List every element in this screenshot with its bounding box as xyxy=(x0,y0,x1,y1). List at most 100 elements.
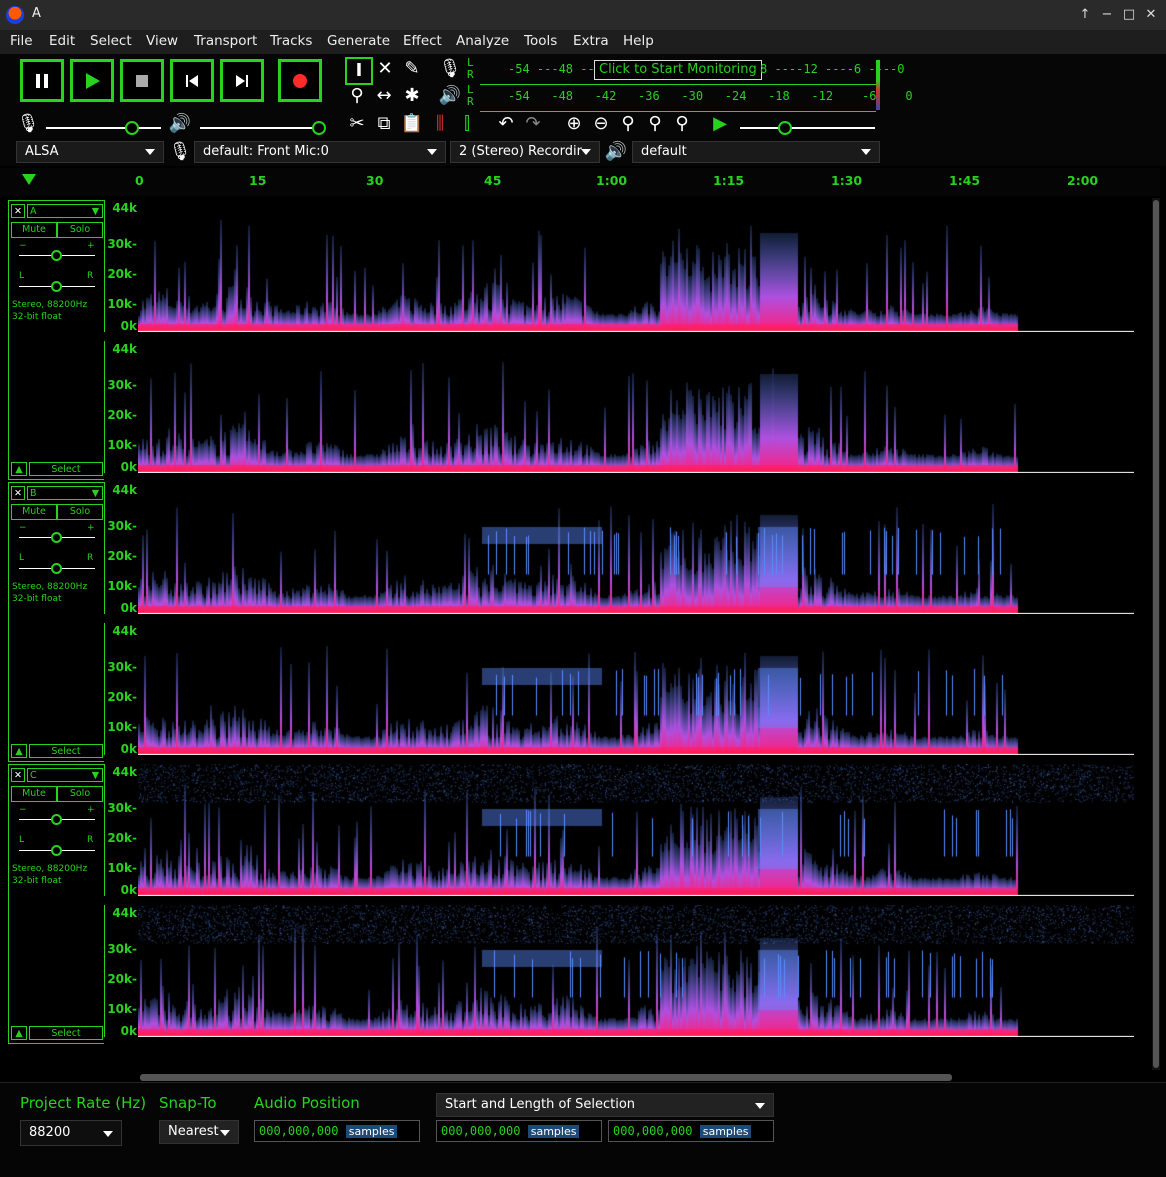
menu-extra[interactable]: Extra xyxy=(573,33,609,49)
select-button[interactable]: Select xyxy=(29,744,103,758)
spectrogram-channel[interactable] xyxy=(138,905,1134,1037)
zoom-in-icon[interactable]: ⊕ xyxy=(562,112,586,136)
gain-knob[interactable] xyxy=(51,814,62,825)
track-name-menu[interactable]: A ▼ xyxy=(27,204,103,218)
pan-knob[interactable] xyxy=(51,281,62,292)
menu-help[interactable]: Help xyxy=(623,33,654,49)
spectrogram-channel[interactable] xyxy=(138,623,1134,755)
gain-knob[interactable] xyxy=(51,532,62,543)
collapse-icon[interactable]: ▲ xyxy=(11,744,27,758)
collapse-icon[interactable]: ▲ xyxy=(11,1026,27,1040)
output-volume-slider[interactable] xyxy=(200,127,320,129)
project-rate-select[interactable]: 88200 xyxy=(20,1120,122,1146)
spectrogram-channel[interactable] xyxy=(138,482,1134,614)
menu-file[interactable]: File xyxy=(10,33,33,49)
redo-icon[interactable]: ↷ xyxy=(521,112,545,136)
multi-tool-icon[interactable]: ✱ xyxy=(400,84,424,108)
input-volume-knob[interactable] xyxy=(125,121,139,135)
spectrogram-channel[interactable] xyxy=(138,341,1134,473)
channels-select[interactable]: 2 (Stereo) Recordir xyxy=(450,141,600,163)
input-volume-slider[interactable] xyxy=(46,127,161,129)
mute-button[interactable]: Mute xyxy=(11,504,57,520)
skip-end-button[interactable] xyxy=(220,59,264,102)
menu-bar: File Edit Select View Transport Tracks G… xyxy=(0,30,1166,54)
fit-selection-icon[interactable]: ⚲ xyxy=(616,112,640,136)
output-volume-knob[interactable] xyxy=(312,121,326,135)
snap-to-select[interactable]: Nearest xyxy=(159,1120,239,1144)
selection-mode-select[interactable]: Start and Length of Selection xyxy=(436,1093,774,1117)
mute-button[interactable]: Mute xyxy=(11,786,57,802)
envelope-tool-icon[interactable]: ✕ xyxy=(373,57,397,81)
trim-icon[interactable]: ⫼ xyxy=(428,112,452,136)
audio-position-field[interactable]: 000,000,000 samples xyxy=(254,1120,420,1142)
play-at-speed-icon[interactable]: ▶ xyxy=(708,112,732,136)
maximize-icon[interactable]: □ xyxy=(1120,6,1138,24)
selection-length-field[interactable]: 000,000,000 samples xyxy=(608,1120,774,1142)
fit-project-icon[interactable]: ⚲ xyxy=(643,112,667,136)
stop-button[interactable] xyxy=(120,59,164,102)
selection-tool-icon[interactable]: I xyxy=(345,57,373,85)
window-up-icon[interactable]: ↑ xyxy=(1076,6,1094,24)
gain-knob[interactable] xyxy=(51,250,62,261)
pan-right: R xyxy=(87,271,94,281)
track-close-icon[interactable]: ✕ xyxy=(11,486,25,500)
input-device-select[interactable]: default: Front Mic:0 xyxy=(194,141,446,163)
solo-button[interactable]: Solo xyxy=(57,786,103,802)
track-close-icon[interactable]: ✕ xyxy=(11,204,25,218)
track-name-menu[interactable]: B ▼ xyxy=(27,486,103,500)
horizontal-scroll-thumb[interactable] xyxy=(140,1074,952,1081)
pan-knob[interactable] xyxy=(51,563,62,574)
gain-minus: − xyxy=(19,241,27,251)
menu-generate[interactable]: Generate xyxy=(327,33,390,49)
track-format-depth: 32-bit float xyxy=(12,876,62,886)
zoom-tool-icon[interactable]: ⚲ xyxy=(345,84,369,108)
audio-host-select[interactable]: ALSA xyxy=(16,141,164,163)
solo-button[interactable]: Solo xyxy=(57,504,103,520)
select-button[interactable]: Select xyxy=(29,1026,103,1040)
skip-start-button[interactable] xyxy=(170,59,214,102)
start-monitoring-button[interactable]: Click to Start Monitoring xyxy=(594,60,762,80)
menu-view[interactable]: View xyxy=(146,33,178,49)
menu-select[interactable]: Select xyxy=(90,33,132,49)
solo-button[interactable]: Solo xyxy=(57,222,103,238)
pan-knob[interactable] xyxy=(51,845,62,856)
menu-analyze[interactable]: Analyze xyxy=(456,33,509,49)
menu-effect[interactable]: Effect xyxy=(403,33,442,49)
vertical-scroll-thumb[interactable] xyxy=(1153,200,1159,1068)
mute-button[interactable]: Mute xyxy=(11,222,57,238)
play-speed-knob[interactable] xyxy=(778,121,792,135)
timeshift-tool-icon[interactable]: ↔ xyxy=(372,84,396,108)
spectrogram-channel[interactable] xyxy=(138,764,1134,896)
minimize-icon[interactable]: − xyxy=(1098,6,1116,24)
zoom-out-icon[interactable]: ⊖ xyxy=(589,112,613,136)
menu-tracks[interactable]: Tracks xyxy=(270,33,312,49)
close-icon[interactable]: ✕ xyxy=(1142,6,1160,24)
spectrogram-channel[interactable] xyxy=(138,200,1134,332)
selection-start-field[interactable]: 000,000,000 samples xyxy=(436,1120,602,1142)
paste-icon[interactable]: 📋 xyxy=(400,112,424,136)
ruler-label: 45 xyxy=(484,173,502,188)
play-speed-slider[interactable] xyxy=(740,127,875,129)
menu-edit[interactable]: Edit xyxy=(49,33,75,49)
play-button[interactable] xyxy=(70,59,114,102)
record-meter-mic-icon[interactable]: 🎙 xyxy=(438,57,462,81)
track-close-icon[interactable]: ✕ xyxy=(11,768,25,782)
vertical-scrollbar[interactable] xyxy=(1152,198,1160,1070)
timeline-ruler[interactable]: 0 15 30 45 1:00 1:15 1:30 1:45 2:00 xyxy=(0,168,1160,196)
menu-tools[interactable]: Tools xyxy=(524,33,557,49)
draw-tool-icon[interactable]: ✎ xyxy=(400,57,424,81)
select-button[interactable]: Select xyxy=(29,462,103,476)
menu-transport[interactable]: Transport xyxy=(194,33,257,49)
copy-icon[interactable]: ⧉ xyxy=(372,112,396,136)
undo-icon[interactable]: ↶ xyxy=(494,112,518,136)
silence-icon[interactable]: ⫿ xyxy=(455,112,479,136)
track-name-menu[interactable]: C ▼ xyxy=(27,768,103,782)
project-rate-label: Project Rate (Hz) xyxy=(20,1094,147,1112)
cut-icon[interactable]: ✂ xyxy=(345,112,369,136)
output-device-select[interactable]: default xyxy=(632,141,880,163)
zoom-toggle-icon[interactable]: ⚲ xyxy=(670,112,694,136)
playback-meter-speaker-icon[interactable]: 🔊 xyxy=(438,84,462,108)
pause-button[interactable] xyxy=(20,59,64,102)
collapse-icon[interactable]: ▲ xyxy=(11,462,27,476)
record-button[interactable] xyxy=(278,59,322,102)
